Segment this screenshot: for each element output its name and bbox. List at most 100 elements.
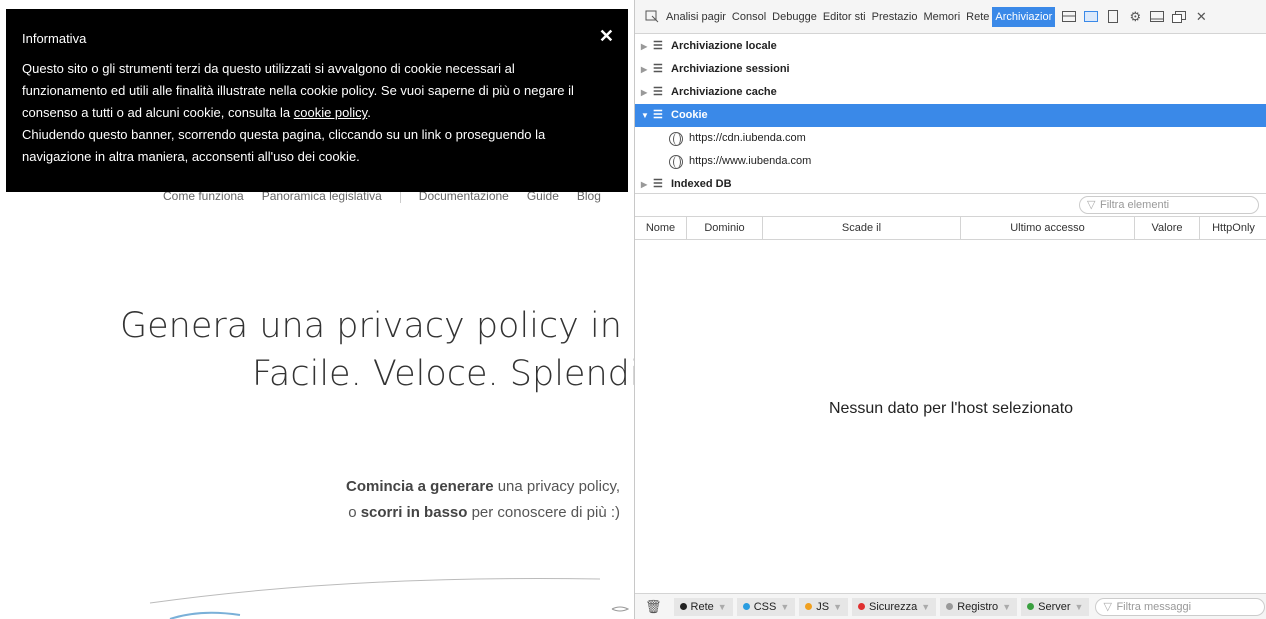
host-label: https://cdn.iubenda.com — [689, 132, 806, 144]
chevron-down-icon: ▼ — [641, 111, 649, 120]
tab-performance[interactable]: Prestazio — [869, 7, 921, 27]
filter-elements-input[interactable]: ▽ Filtra elementi — [1079, 196, 1259, 214]
banner-text-3-end: . — [367, 105, 371, 120]
filter-js[interactable]: JS ▼ — [799, 597, 848, 616]
tree-item-cache-storage[interactable]: ▶ ☰ Archiviazione cache — [635, 81, 1266, 104]
tag-label: Registro — [957, 600, 999, 613]
net-dot — [679, 603, 687, 610]
filter-server[interactable]: Server ▼ — [1021, 597, 1090, 616]
hero-line-1: Genera una privacy policy in p — [120, 306, 634, 346]
tree-item-session-storage[interactable]: ▶ ☰ Archiviazione sessioni — [635, 58, 1266, 81]
table-header: Nome Dominio Scade il Ultimo accesso Val… — [635, 216, 1266, 240]
tree-label: Archiviazione locale — [671, 40, 777, 52]
banner-text-1: Questo sito o gli strumenti terzi da que… — [22, 61, 515, 76]
filter-messages-input[interactable]: ▽ Filtra messaggi — [1095, 597, 1266, 616]
database-icon: ☰ — [653, 109, 663, 121]
sub-text-1: una privacy policy, — [493, 478, 620, 495]
filter-placeholder: Filtra messaggi — [1116, 600, 1192, 613]
chevron-down-icon: ▼ — [921, 601, 931, 612]
chevron-down-icon: ▼ — [1074, 601, 1084, 612]
tag-label: JS — [816, 600, 830, 613]
js-dot — [805, 603, 813, 610]
hero-heading: Genera una privacy policy in p Facile. V… — [120, 302, 634, 398]
col-httponly[interactable]: HttpOnly — [1200, 217, 1266, 239]
cookie-policy-link[interactable]: cookie policy — [294, 105, 367, 120]
tag-label: Server — [1038, 600, 1071, 613]
filter-css[interactable]: CSS ▼ — [736, 597, 796, 616]
empty-message: Nessun dato per l'host selezionato — [828, 400, 1074, 417]
trash-icon[interactable]: 🗑 — [645, 599, 662, 615]
filter-icon: ▽ — [1087, 199, 1096, 211]
storage-tree: ▶ ☰ Archiviazione locale ▶ ☰ Archiviazio… — [635, 34, 1266, 196]
chevron-down-icon: ▼ — [717, 601, 727, 612]
banner-text-2: funzionamento ed utili alle finalità ill… — [22, 83, 574, 98]
separate-window-icon[interactable] — [1171, 9, 1187, 25]
chevron-down-icon: ▼ — [780, 601, 790, 612]
chevron-right-icon: ▶ — [641, 42, 648, 51]
database-icon: ☰ — [653, 63, 663, 75]
tag-label: Sicurezza — [869, 600, 918, 613]
website-viewport: Come funziona Panoramica legislativa Doc… — [0, 0, 634, 619]
responsive-icon[interactable] — [1105, 9, 1121, 25]
col-ultimo-accesso[interactable]: Ultimo accesso — [961, 217, 1135, 239]
host-label: https://www.iubenda.com — [689, 155, 812, 167]
filter-security[interactable]: Sicurezza ▼ — [852, 597, 937, 616]
banner-text-5: navigazione in altra maniera, acconsenti… — [22, 149, 360, 164]
filter-bar: ▽ Filtra elementi — [635, 193, 1266, 216]
chevron-right-icon: ▶ — [641, 88, 648, 97]
tree-item-host-www[interactable]: https://www.iubenda.com — [635, 150, 1266, 173]
banner-title: Informativa — [22, 31, 87, 46]
hero-line-2: Facile. Veloce. Splendi — [252, 354, 634, 394]
cookie-banner: Informativa ✕ Questo sito o gli strument… — [6, 9, 628, 192]
chevron-down-icon: ▼ — [1002, 601, 1012, 612]
tab-style-editor[interactable]: Editor sti — [820, 7, 869, 27]
hero-subtitle: Comincia a generare una privacy policy, … — [240, 474, 620, 526]
devtools-toolbar: Analisi pagir Consol Debugge Editor sti … — [635, 0, 1266, 34]
css-dot — [742, 603, 750, 610]
filter-placeholder: Filtra elementi — [1100, 199, 1170, 211]
filter-net[interactable]: Rete ▼ — [673, 597, 733, 616]
tab-memory[interactable]: Memori — [920, 7, 963, 27]
close-icon[interactable]: ✕ — [599, 27, 614, 45]
split-console-icon[interactable] — [1083, 9, 1099, 25]
tree-label: Archiviazione cache — [671, 86, 777, 98]
tag-label: Rete — [690, 600, 714, 613]
database-icon: ☰ — [653, 86, 663, 98]
cta-generate-link[interactable]: Comincia a generare — [346, 478, 494, 495]
cta-scroll-link[interactable]: scorri in basso — [361, 504, 468, 521]
col-scade[interactable]: Scade il — [763, 217, 961, 239]
pick-element-icon[interactable] — [644, 9, 660, 25]
sub-text-3: per conoscere di più :) — [467, 504, 620, 521]
tab-console[interactable]: Consol — [729, 7, 769, 27]
tree-label: Archiviazione sessioni — [671, 63, 790, 75]
console-filter-bar: 🗑 Rete ▼ CSS ▼ JS ▼ Sicurezza ▼ Registro ▼ Se… — [635, 593, 1266, 619]
devtools-panel: Analisi pagir Consol Debugge Editor sti … — [634, 0, 1266, 619]
sub-text-2: o — [348, 504, 361, 521]
database-icon: ☰ — [653, 40, 663, 52]
banner-text-3: consenso a tutti o ad alcuni cookie, con… — [22, 105, 294, 120]
hero-illustration — [149, 578, 630, 619]
tree-label: Cookie — [671, 109, 708, 121]
dock-bottom-icon[interactable] — [1149, 9, 1165, 25]
globe-icon — [669, 154, 683, 169]
tree-item-cookie[interactable]: ▼ ☰ Cookie — [635, 104, 1266, 127]
tab-debugger[interactable]: Debugge — [769, 7, 820, 27]
chevron-right-icon: ▶ — [641, 65, 648, 74]
server-dot — [1027, 603, 1035, 610]
close-devtools-icon[interactable]: ✕ — [1193, 9, 1209, 25]
tag-label: CSS — [753, 600, 777, 613]
filter-log[interactable]: Registro ▼ — [940, 597, 1018, 616]
col-nome[interactable]: Nome — [635, 217, 687, 239]
tab-network[interactable]: Rete — [963, 7, 992, 27]
globe-icon — [669, 131, 683, 146]
filter-icon: ▽ — [1103, 600, 1112, 613]
tab-storage[interactable]: Archiviazior — [992, 6, 1056, 27]
log-dot — [946, 603, 954, 610]
tree-item-host-cdn[interactable]: https://cdn.iubenda.com — [635, 127, 1266, 150]
col-dominio[interactable]: Dominio — [687, 217, 763, 239]
frames-icon[interactable] — [1061, 9, 1077, 25]
tree-item-local-storage[interactable]: ▶ ☰ Archiviazione locale — [635, 35, 1266, 58]
tab-inspector[interactable]: Analisi pagir — [663, 7, 729, 27]
col-valore[interactable]: Valore — [1135, 217, 1200, 239]
gear-icon[interactable]: ⚙ — [1127, 9, 1143, 25]
